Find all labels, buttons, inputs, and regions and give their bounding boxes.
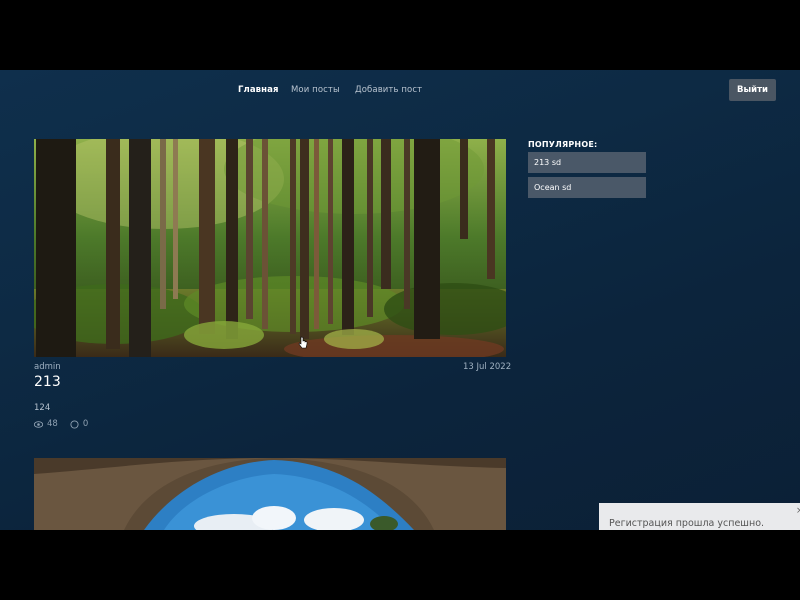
nav-link-my-posts[interactable]: Мои посты [291,85,340,95]
nav-link-add-post[interactable]: Добавить пост [355,85,422,95]
views-stat: 48 [34,419,58,429]
post-text: 124 [34,403,51,413]
post-image-cave[interactable] [34,458,506,530]
toast-message: Регистрация прошла успешно. [609,518,765,529]
views-count: 48 [47,419,58,429]
top-nav: Главная Мои посты Добавить пост Выйти [0,70,800,114]
page-viewport: Главная Мои посты Добавить пост Выйти ad… [0,70,800,530]
comments-stat: 0 [70,419,88,429]
cursor-icon [298,336,308,349]
eye-icon [34,420,43,428]
popular-item[interactable]: 213 sd [528,152,646,173]
popular-heading: ПОПУЛЯРНОЕ: [528,140,598,149]
video-letterbox-top [0,0,800,70]
post-author[interactable]: admin [34,362,61,372]
nav-link-home[interactable]: Главная [238,85,279,95]
post-title[interactable]: 213 [34,374,61,390]
popular-item[interactable]: Ocean sd [528,177,646,198]
success-toast: Регистрация прошла успешно. × [599,503,800,530]
video-letterbox-bottom [0,530,800,600]
post-image-forest[interactable] [34,139,506,357]
logout-button[interactable]: Выйти [729,79,776,101]
comments-count: 0 [82,419,89,429]
forest-photo [34,139,506,357]
cave-sky-photo [34,458,506,530]
post-stats: 48 0 [34,419,94,429]
close-icon[interactable]: × [796,506,800,516]
post-date: 13 Jul 2022 [463,362,512,372]
comment-icon [70,419,79,429]
